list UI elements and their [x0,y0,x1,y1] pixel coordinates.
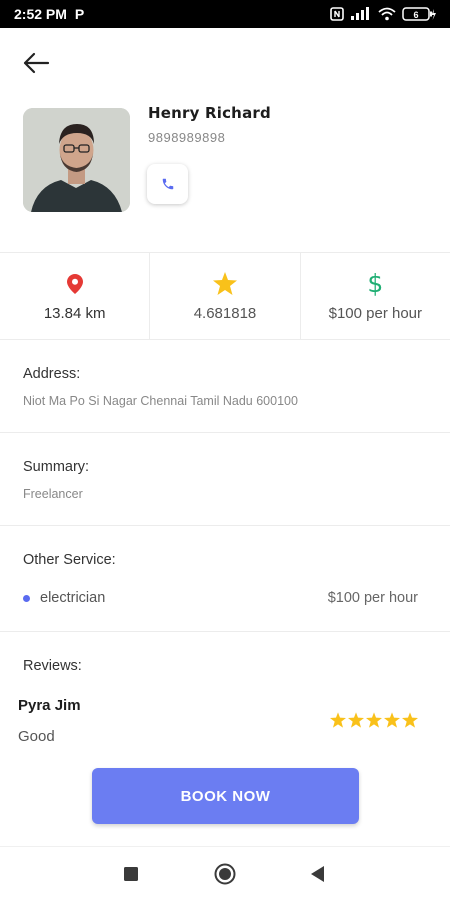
provider-stats: 13.84 km 4.681818 $ $100 per hour [0,252,450,340]
back-button[interactable] [18,48,54,78]
phone-icon [162,178,173,190]
back-triangle-icon [311,866,324,882]
home-button[interactable] [195,847,255,900]
other-service-title: Other Service: [23,552,116,568]
service-name: electrician [40,590,106,606]
service-price: $100 per hour [327,590,418,606]
app-indicator-icon: P [74,6,85,22]
star-icon [330,712,346,728]
stat-rating: 4.681818 [150,253,301,339]
system-back-button[interactable] [288,847,348,900]
review-stars [330,712,418,728]
star-icon [366,712,382,728]
service-item: electrician $100 per hour [23,590,418,606]
provider-avatar [23,108,130,212]
home-circle-icon [214,863,236,885]
star-icon [212,272,237,295]
battery-level: 6 [413,10,418,20]
status-icons: 6 [330,7,436,21]
rating-value: 4.681818 [193,304,257,322]
summary-title: Summary: [23,459,90,475]
star-icon [384,712,400,728]
stat-distance: 13.84 km [0,253,151,339]
review-author: Pyra Jim [18,697,81,714]
provider-phone: 9898989898 [148,130,226,145]
summary-section: Summary: Freelancer [0,433,450,526]
recents-button[interactable] [101,847,161,900]
recents-square-icon [124,867,138,881]
signal-icon [351,7,369,20]
reviews-title: Reviews: [23,658,82,674]
call-button[interactable] [147,164,188,204]
wifi-icon [378,7,396,21]
provider-name: Henry Richard [148,104,271,122]
dollar-icon: $ [367,269,384,298]
review-text: Good [18,728,55,745]
other-service-section: Other Service: electrician $100 per hour [0,526,450,632]
battery-icon: 6 [402,7,436,21]
stat-price: $ $100 per hour [301,253,450,339]
address-section: Address: Niot Ma Po Si Nagar Chennai Tam… [0,340,450,433]
star-icon [402,712,418,728]
distance-value: 13.84 km [43,304,106,322]
location-pin-icon [66,273,83,294]
bullet-dot-icon [23,594,30,602]
nfc-icon [330,7,344,21]
system-nav-bar [0,846,450,900]
address-value: Niot Ma Po Si Nagar Chennai Tamil Nadu 6… [23,394,298,408]
address-title: Address: [23,366,81,382]
arrow-left-icon [23,52,50,74]
price-value: $100 per hour [328,304,423,322]
status-time: 2:52 PM [14,6,67,22]
summary-value: Freelancer [23,487,83,501]
star-icon [348,712,364,728]
book-now-button[interactable]: BOOK NOW [92,768,359,824]
status-bar: 2:52 PM P 6 [0,0,450,28]
